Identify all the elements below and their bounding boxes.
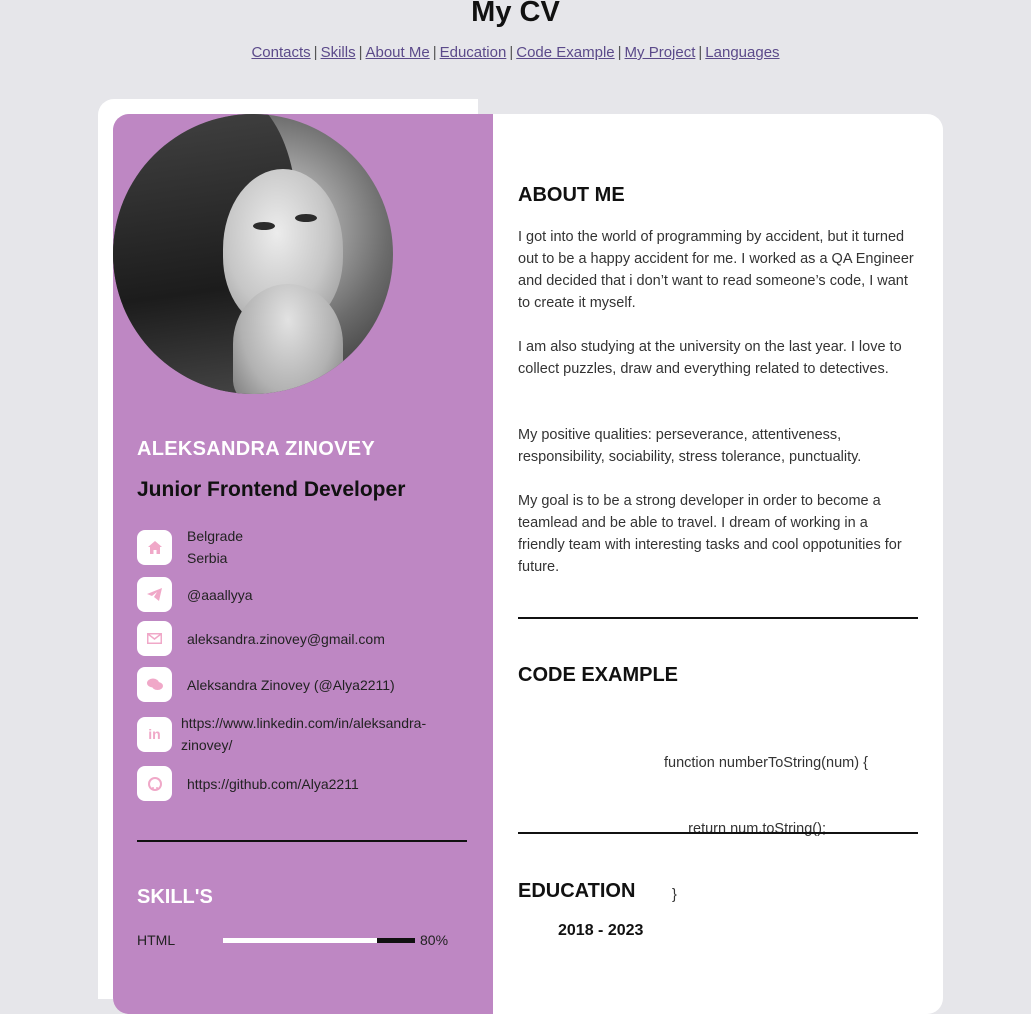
section-divider (518, 832, 918, 834)
code-example-title: CODE EXAMPLE (518, 664, 679, 686)
education-title: EDUCATION (518, 880, 636, 902)
code-block: function numberToString(num) { return nu… (664, 708, 868, 950)
nav-separator: | (313, 44, 318, 61)
nav-link-languages[interactable]: Languages (705, 44, 779, 61)
contact-telegram[interactable]: @aaallyya (137, 577, 477, 612)
skill-bar (223, 938, 415, 943)
profile-photo (113, 114, 393, 394)
contact-location: Belgrade Serbia (137, 525, 477, 569)
home-icon (137, 529, 172, 565)
nav-link-contacts[interactable]: Contacts (251, 44, 310, 61)
about-paragraph: My goal is to be a strong developer in o… (518, 493, 902, 575)
nav-separator: | (698, 44, 703, 61)
photo-eye-left (253, 222, 275, 230)
contact-telegram-text[interactable]: @aaallyya (187, 584, 253, 606)
section-divider (518, 617, 918, 619)
education-years: 2018 - 2023 (558, 922, 644, 939)
contact-linkedin[interactable]: in https://www.linkedin.com/in/aleksandr… (137, 712, 477, 756)
sidebar-divider (137, 840, 467, 842)
nav-link-skills[interactable]: Skills (321, 44, 356, 61)
chat-icon (137, 667, 172, 702)
profile-role: Junior Frontend Developer (137, 478, 406, 501)
skill-row-html: HTML 80% (137, 932, 477, 948)
linkedin-icon: in (137, 716, 172, 752)
contact-linkedin-text[interactable]: https://www.linkedin.com/in/aleksandra- … (181, 712, 426, 756)
about-paragraph: I got into the world of programming by a… (518, 229, 914, 311)
nav-link-code-example[interactable]: Code Example (516, 44, 614, 61)
profile-name: ALEKSANDRA ZINOVEY (137, 438, 376, 460)
code-line: function numberToString(num) { (664, 755, 868, 771)
skill-bar-fill (223, 938, 377, 943)
contact-email-text[interactable]: aleksandra.zinovey@gmail.com (187, 628, 385, 650)
nav-link-about-me[interactable]: About Me (365, 44, 429, 61)
nav-separator: | (617, 44, 622, 61)
sidebar: ALEKSANDRA ZINOVEY Junior Frontend Devel… (113, 114, 493, 1014)
skill-label: HTML (137, 932, 176, 948)
github-icon (137, 766, 172, 801)
nav-separator: | (509, 44, 514, 61)
nav-separator: | (432, 44, 437, 61)
telegram-icon (137, 577, 172, 612)
contact-skype[interactable]: Aleksandra Zinovey (@Alya2211) (137, 667, 477, 702)
about-paragraph: My positive qualities: perseverance, att… (518, 427, 862, 465)
contact-github[interactable]: https://github.com/Alya2211 (137, 766, 477, 801)
skill-percent: 80% (420, 932, 449, 948)
skills-title: SKILL'S (137, 886, 213, 908)
contact-email[interactable]: aleksandra.zinovey@gmail.com (137, 621, 477, 656)
top-nav: Contacts | Skills | About Me | Education | Code … (0, 44, 1031, 62)
contact-location-text: Belgrade Serbia (187, 528, 244, 566)
photo-eye-right (295, 214, 317, 222)
contact-skype-text[interactable]: Aleksandra Zinovey (@Alya2211) (187, 674, 395, 696)
cv-card: ALEKSANDRA ZINOVEY Junior Frontend Devel… (113, 114, 943, 1014)
nav-link-my-project[interactable]: My Project (625, 44, 696, 61)
code-line: } (664, 887, 677, 903)
page-title: My CV (471, 0, 560, 28)
photo-hand (233, 284, 343, 394)
nav-link-education[interactable]: Education (440, 44, 507, 61)
about-title: ABOUT ME (518, 184, 625, 206)
about-paragraph: I am also studying at the university on … (518, 339, 902, 377)
code-line: return num.toString(); (664, 821, 826, 837)
contact-github-text[interactable]: https://github.com/Alya2211 (187, 773, 359, 795)
envelope-icon (137, 621, 172, 656)
nav-separator: | (358, 44, 363, 61)
